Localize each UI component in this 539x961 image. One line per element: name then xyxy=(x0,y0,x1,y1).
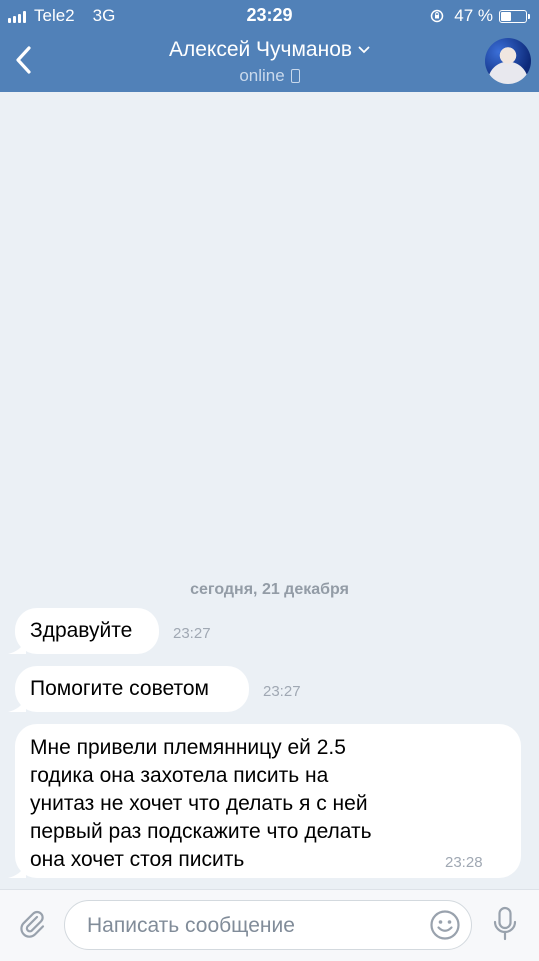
status-bar: Tele2 3G 23:29 47 % xyxy=(0,0,539,30)
contact-avatar[interactable] xyxy=(485,38,531,84)
message-line: годика она захотела писить на xyxy=(30,764,329,787)
bubble-tail xyxy=(8,640,26,654)
paperclip-icon[interactable] xyxy=(16,908,48,940)
rotation-lock-icon xyxy=(431,9,444,23)
message-line: унитаз не хочет что делать я с ней xyxy=(30,792,368,815)
battery-level-fill xyxy=(501,11,511,21)
message-time: 23:27 xyxy=(263,683,301,700)
battery-percent: 47 % xyxy=(454,6,493,25)
message-line: она хочет стоя писить xyxy=(30,848,245,871)
bubble-tail xyxy=(8,698,26,712)
presence-text: online xyxy=(239,66,285,85)
contact-name-row[interactable]: Алексей Чучманов xyxy=(80,38,459,62)
chat-header: Tele2 3G 23:29 47 % Алексей Чучманов onl… xyxy=(0,0,539,92)
back-button[interactable] xyxy=(8,40,38,80)
message-line: первый раз подскажите что делать xyxy=(30,820,372,843)
presence-status: online xyxy=(80,66,459,86)
date-separator: сегодня, 21 декабря xyxy=(190,581,349,598)
message-input[interactable]: Написать сообщение xyxy=(64,900,472,950)
message-text: Мне привели племянницу ей 2.5 годика она… xyxy=(30,734,372,874)
message-input-placeholder: Написать сообщение xyxy=(87,914,295,937)
message-line: Мне привели племянницу ей 2.5 xyxy=(30,736,346,759)
bubble-tail xyxy=(8,864,26,878)
contact-name: Алексей Чучманов xyxy=(168,38,353,61)
battery-icon xyxy=(499,9,530,23)
message-bubble[interactable]: Мне привели племянницу ей 2.5 годика она… xyxy=(8,724,521,878)
message-time: 23:27 xyxy=(173,625,211,642)
message-bubble[interactable]: Здравуйте xyxy=(8,608,159,654)
microphone-icon[interactable] xyxy=(491,906,519,942)
message-text: Помогите советом xyxy=(30,677,209,700)
chevron-left-icon xyxy=(16,46,31,74)
status-right: 47 % xyxy=(430,6,530,26)
message-composer: Написать сообщение xyxy=(0,889,539,961)
message-text: Здравуйте xyxy=(30,619,133,642)
chat-title[interactable]: Алексей Чучманов online xyxy=(80,38,459,86)
smiley-icon[interactable] xyxy=(429,909,461,941)
message-time: 23:28 xyxy=(445,854,483,871)
chevron-down-icon xyxy=(358,47,370,54)
message-bubble[interactable]: Помогите советом xyxy=(8,666,249,712)
mobile-phone-icon xyxy=(290,69,300,83)
